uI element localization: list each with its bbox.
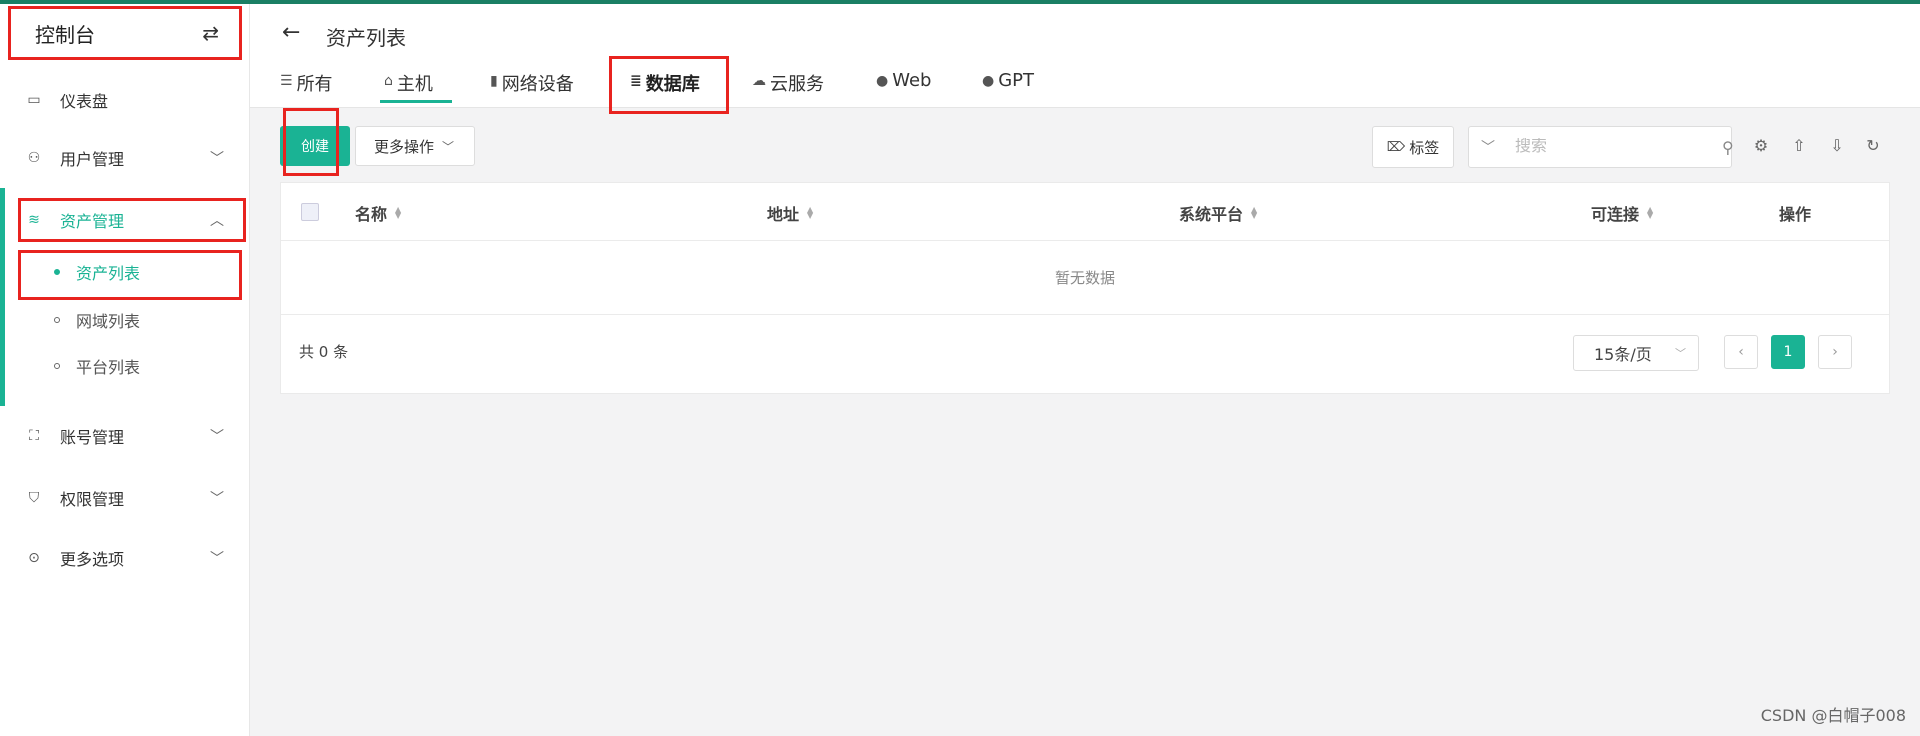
chat-icon: ● [982, 73, 995, 89]
next-page-button[interactable]: › [1818, 335, 1852, 369]
settings-icon[interactable]: ⚙ [1750, 136, 1772, 158]
back-arrow-icon[interactable]: ← [282, 20, 300, 45]
upload-icon[interactable]: ⇧ [1788, 136, 1810, 158]
chevron-down-icon[interactable]: ﹀ [1481, 137, 1495, 157]
column-label: 可连接 [1591, 205, 1640, 224]
watermark: CSDN @白帽子008 [1760, 706, 1906, 725]
globe-icon: ● [876, 73, 889, 89]
bullet-icon [54, 363, 60, 369]
sidebar-subitem-domain-list[interactable]: 网域列表 [0, 300, 250, 340]
chevron-left-icon: ‹ [1738, 344, 1744, 360]
column-label: 地址 [767, 205, 800, 224]
column-label: 名称 [355, 205, 388, 224]
page-size-select[interactable]: 15条/页 ﹀ [1573, 335, 1699, 371]
column-header-connectivity[interactable]: 可连接 ▲ ▼ [1591, 201, 1653, 225]
asset-table-card: 名称 ▲ ▼ 地址 ▲ ▼ 系统平台 ▲ ▼ 可连接 ▲ ▼ 操作 暂无数据 共 0 条… [280, 182, 1890, 394]
search-icon[interactable]: ⚲ [1722, 138, 1734, 157]
page-size-value: 15条/页 [1594, 345, 1652, 364]
dashboard-icon: ▭ [27, 92, 41, 108]
sidebar-item-label: 更多选项 [60, 550, 125, 569]
sidebar-subitem-label: 平台列表 [76, 358, 141, 377]
tab-network-device[interactable]: ▮ 网络设备 [490, 70, 574, 110]
sidebar-item-accounts[interactable]: ⛶ 账号管理 ﹀ [0, 416, 250, 456]
tab-gpt[interactable]: ● GPT [982, 70, 1034, 110]
tab-all[interactable]: ☰ 所有 [280, 70, 333, 110]
total-count: 共 0 条 [299, 343, 349, 361]
column-header-address[interactable]: 地址 ▲ ▼ [767, 201, 813, 225]
column-label: 操作 [1779, 205, 1812, 224]
page-title: 资产列表 [326, 26, 406, 50]
column-header-platform[interactable]: 系统平台 ▲ ▼ [1179, 201, 1257, 225]
tab-label: 所有 [296, 74, 333, 95]
bullet-icon [54, 317, 60, 323]
chevron-down-icon: ﹀ [210, 491, 224, 507]
column-header-actions: 操作 [1779, 201, 1811, 225]
sidebar-item-dashboard[interactable]: ▭ 仪表盘 [0, 80, 250, 120]
sidebar-subitem-platform-list[interactable]: 平台列表 [0, 346, 250, 386]
highlight-box-assets [18, 198, 246, 242]
page-header: ← 资产列表 ☰ 所有 ⌂ 主机 ▮ 网络设备 ≣ 数据库 ☁ 云服务 ● We… [250, 4, 1920, 108]
sidebar-item-label: 用户管理 [60, 150, 125, 169]
sidebar-item-label: 仪表盘 [60, 92, 109, 111]
host-icon: ⌂ [384, 73, 393, 89]
chevron-down-icon: ﹀ [210, 551, 224, 567]
sidebar: 控制台 ⇄ ▭ 仪表盘 ⚇ 用户管理 ﹀ ≋ 资产管理 ︿ 资产列表 网域列表 … [0, 4, 250, 736]
sort-icon[interactable]: ▲ ▼ [1647, 206, 1653, 220]
swap-icon[interactable]: ⇄ [202, 21, 219, 45]
refresh-icon[interactable]: ↻ [1862, 136, 1884, 158]
prev-page-button[interactable]: ‹ [1724, 335, 1758, 369]
more-actions-label: 更多操作 [374, 137, 435, 156]
console-title: 控制台 [35, 22, 95, 47]
tab-cloud[interactable]: ☁ 云服务 [752, 70, 824, 110]
search-box[interactable]: ﹀ ⚲ [1468, 126, 1734, 168]
shield-icon: ⛉ [28, 490, 40, 506]
tab-label: 云服务 [770, 74, 824, 95]
account-icon: ⛶ [29, 428, 39, 444]
sidebar-item-permissions[interactable]: ⛉ 权限管理 ﹀ [0, 478, 250, 518]
sidebar-item-label: 账号管理 [60, 428, 125, 447]
tag-icon: ⌦ [1386, 139, 1406, 155]
more-actions-button[interactable]: 更多操作 ﹀ [355, 126, 475, 166]
list-icon: ☰ [280, 73, 293, 89]
more-icon: ⊙ [28, 550, 40, 566]
tab-label: Web [892, 70, 932, 91]
tag-button[interactable]: ⌦ 标签 [1372, 126, 1454, 168]
sort-icon[interactable]: ▲ ▼ [1251, 206, 1257, 220]
select-all-checkbox[interactable] [301, 203, 319, 221]
table-header: 名称 ▲ ▼ 地址 ▲ ▼ 系统平台 ▲ ▼ 可连接 ▲ ▼ 操作 [281, 183, 1889, 241]
sidebar-item-label: 权限管理 [60, 490, 125, 509]
chevron-down-icon: ﹀ [1675, 347, 1686, 360]
empty-state: 暂无数据 [281, 241, 1889, 315]
sort-icon[interactable]: ▲ ▼ [807, 206, 813, 220]
console-header[interactable]: 控制台 ⇄ [8, 6, 242, 60]
chevron-down-icon: ﹀ [210, 151, 224, 167]
column-label: 系统平台 [1179, 205, 1244, 224]
search-input[interactable] [1515, 138, 1722, 156]
chevron-down-icon: ﹀ [442, 139, 455, 154]
chevron-right-icon: › [1832, 344, 1838, 360]
sidebar-item-users[interactable]: ⚇ 用户管理 ﹀ [0, 138, 250, 178]
tag-label: 标签 [1409, 138, 1440, 157]
device-icon: ▮ [490, 73, 498, 89]
download-icon[interactable]: ⇩ [1826, 136, 1848, 158]
page-button-current[interactable]: 1 [1771, 335, 1805, 369]
sidebar-subitem-label: 网域列表 [76, 312, 141, 331]
sidebar-item-more[interactable]: ⊙ 更多选项 ﹀ [0, 538, 250, 578]
tab-host[interactable]: ⌂ 主机 [384, 70, 433, 110]
chevron-down-icon: ﹀ [210, 429, 224, 445]
active-tab-underline [380, 100, 452, 103]
tab-web[interactable]: ● Web [876, 70, 931, 110]
tab-label: GPT [998, 70, 1035, 91]
column-header-name[interactable]: 名称 ▲ ▼ [355, 201, 401, 225]
highlight-box-database-tab [609, 56, 729, 114]
highlight-box-asset-list [18, 250, 242, 300]
tab-label: 主机 [396, 74, 433, 95]
highlight-box-create [283, 108, 339, 176]
cloud-icon: ☁ [752, 73, 766, 89]
tab-label: 网络设备 [501, 74, 574, 95]
users-icon: ⚇ [27, 150, 41, 166]
sort-icon[interactable]: ▲ ▼ [395, 206, 401, 220]
